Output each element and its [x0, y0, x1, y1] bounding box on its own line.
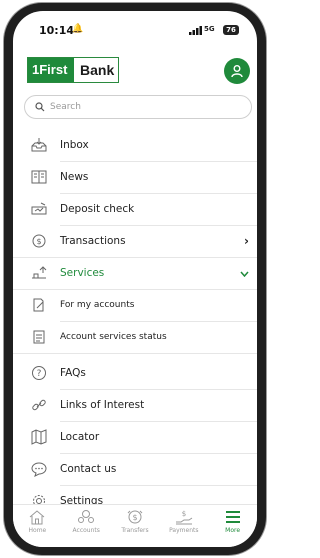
- phone-frame: 10:14 🔔 5G 76 1First Bank Search Inbox N…: [4, 3, 266, 555]
- tab-transfers[interactable]: $ Transfers: [111, 505, 160, 547]
- submenu-label-for-my-accounts: For my accounts: [60, 300, 135, 310]
- user-icon: [231, 65, 243, 78]
- menu-label-transactions: Transactions: [60, 235, 126, 247]
- status-bar: 10:14 🔔 5G 76: [13, 11, 257, 47]
- menu-item-deposit-check[interactable]: Deposit check: [13, 193, 257, 225]
- accounts-icon: [78, 510, 95, 523]
- document-edit-icon: [30, 296, 48, 314]
- tab-label-home: Home: [28, 527, 47, 534]
- menu-label-services: Services: [60, 267, 105, 279]
- signal-icon: [189, 26, 202, 35]
- chevron-down-icon: [240, 266, 249, 280]
- menu-icon: [225, 511, 240, 523]
- transfers-icon: $: [127, 510, 143, 524]
- profile-button[interactable]: [224, 58, 250, 84]
- bank-logo[interactable]: 1First Bank: [27, 57, 119, 83]
- battery-icon: 76: [223, 25, 239, 35]
- menu-item-contact-us[interactable]: Contact us: [13, 453, 257, 485]
- menu-item-locator[interactable]: Locator: [13, 421, 257, 453]
- chevron-right-icon: ›: [244, 234, 249, 248]
- transactions-icon: $: [30, 232, 48, 250]
- logo-part-first: 1First: [28, 58, 74, 82]
- menu-item-news[interactable]: News: [13, 161, 257, 193]
- link-icon: [30, 396, 48, 414]
- news-icon: [30, 168, 48, 186]
- tab-accounts[interactable]: Accounts: [62, 505, 111, 547]
- menu-item-services[interactable]: Services: [13, 257, 257, 289]
- svg-text:?: ?: [37, 369, 42, 379]
- tab-more[interactable]: More: [208, 505, 257, 547]
- divider: [13, 353, 257, 354]
- tab-payments[interactable]: $ Payments: [159, 505, 208, 547]
- search-icon: [35, 102, 45, 112]
- document-icon: [30, 328, 48, 346]
- menu-label-contact-us: Contact us: [60, 463, 117, 475]
- svg-text:$: $: [36, 237, 41, 246]
- submenu-item-for-my-accounts[interactable]: For my accounts: [13, 289, 257, 321]
- menu-item-faqs[interactable]: ? FAQs: [13, 357, 257, 389]
- menu-item-transactions[interactable]: $ Transactions ›: [13, 225, 257, 257]
- status-time: 10:14: [39, 24, 75, 37]
- tab-label-accounts: Accounts: [72, 527, 100, 534]
- submenu-label-account-services-status: Account services status: [60, 332, 167, 342]
- logo-part-bank: Bank: [80, 62, 115, 78]
- inbox-icon: [30, 136, 48, 154]
- menu-label-inbox: Inbox: [60, 139, 89, 151]
- menu-label-deposit-check: Deposit check: [60, 203, 135, 215]
- menu-item-inbox[interactable]: Inbox: [13, 129, 257, 161]
- chat-icon: [30, 460, 48, 478]
- menu-label-links-of-interest: Links of Interest: [60, 399, 145, 411]
- network-type: 5G: [204, 25, 215, 33]
- map-icon: [30, 428, 48, 446]
- tab-label-payments: Payments: [169, 527, 199, 534]
- home-icon: [30, 510, 45, 525]
- menu-item-links-of-interest[interactable]: Links of Interest: [13, 389, 257, 421]
- search-bar[interactable]: [24, 95, 252, 119]
- tab-label-transfers: Transfers: [121, 527, 149, 534]
- services-icon: [30, 264, 48, 282]
- svg-text:$: $: [182, 510, 186, 518]
- bottom-tab-bar: Home Accounts $ Transfers $ Payments Mor…: [13, 504, 257, 547]
- menu-label-news: News: [60, 171, 89, 183]
- payments-icon: $: [175, 510, 193, 525]
- svg-text:$: $: [132, 513, 137, 522]
- submenu-item-account-services-status[interactable]: Account services status: [13, 321, 257, 353]
- check-deposit-icon: [30, 200, 48, 218]
- app-screen: 10:14 🔔 5G 76 1First Bank Search Inbox N…: [13, 11, 257, 547]
- tab-label-more: More: [225, 527, 241, 534]
- bell-off-icon: 🔔: [72, 24, 84, 34]
- menu-label-locator: Locator: [60, 431, 100, 443]
- help-icon: ?: [30, 364, 48, 382]
- menu-label-faqs: FAQs: [60, 367, 86, 379]
- search-input[interactable]: [45, 102, 230, 112]
- tab-home[interactable]: Home: [13, 505, 62, 547]
